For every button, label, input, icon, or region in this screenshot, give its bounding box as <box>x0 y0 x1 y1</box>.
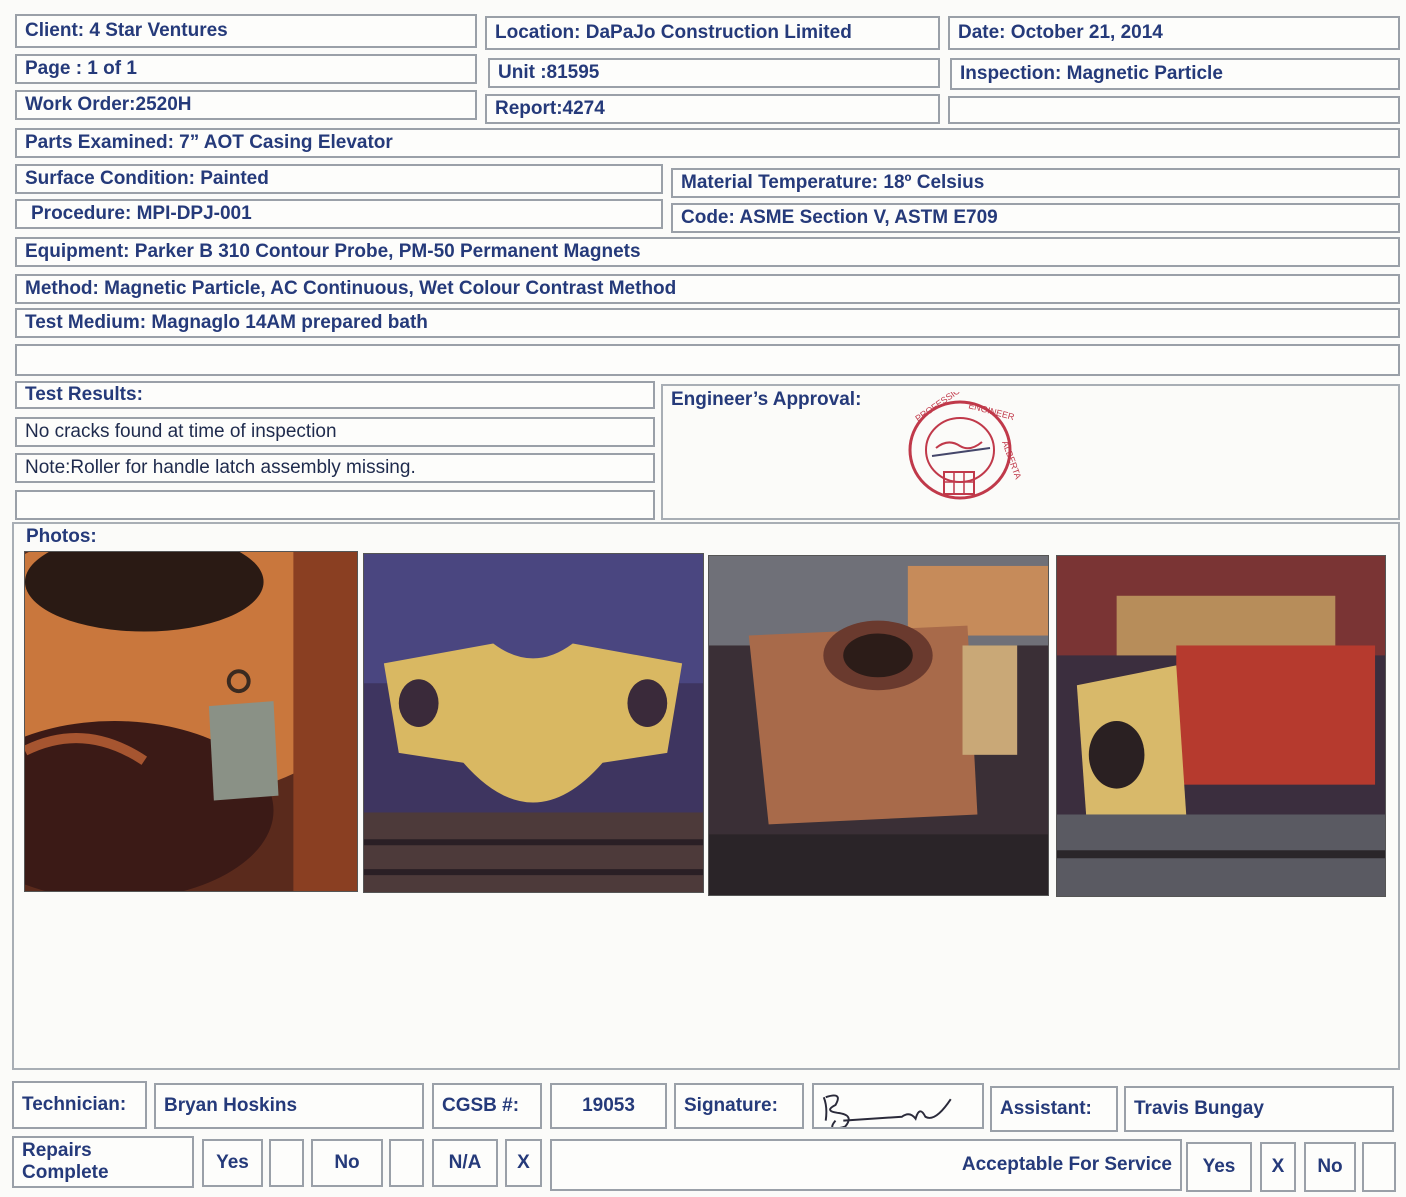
test-result-line-1: No cracks found at time of inspection <box>15 417 655 447</box>
blank-detail-row <box>15 344 1400 376</box>
repairs-complete-label: Repairs Complete <box>12 1136 194 1188</box>
repairs-yes-label: Yes <box>202 1139 263 1187</box>
method-field: Method: Magnetic Particle, AC Continuous… <box>15 274 1400 304</box>
page-field: Page : 1 of 1 <box>15 54 477 84</box>
repairs-na-checkbox[interactable]: X <box>505 1139 542 1187</box>
unit-field: Unit :81595 <box>488 58 940 88</box>
repairs-yes-checkbox[interactable] <box>269 1139 304 1187</box>
signature-box <box>812 1083 984 1129</box>
acceptable-yes-checkbox[interactable]: X <box>1260 1142 1296 1192</box>
svg-text:ENGINEER: ENGINEER <box>967 400 1015 422</box>
client-field: Client: 4 Star Ventures <box>15 14 477 48</box>
repairs-no-label: No <box>311 1139 383 1187</box>
acceptable-yes-label: Yes <box>1186 1142 1252 1192</box>
photo-2 <box>363 553 704 893</box>
code-field: Code: ASME Section V, ASTM E709 <box>671 203 1400 233</box>
test-result-line-2: Note:Roller for handle latch assembly mi… <box>15 453 655 483</box>
assistant-name: Travis Bungay <box>1124 1086 1394 1132</box>
engineer-stamp: PROFESSIONAL ENGINEER ALBERTA <box>898 375 1030 508</box>
test-results-label: Test Results: <box>15 381 655 409</box>
photos-label: Photos: <box>26 526 97 547</box>
material-temperature-field: Material Temperature: 18º Celsius <box>671 168 1400 198</box>
acceptable-no-label: No <box>1304 1142 1356 1192</box>
photo-4 <box>1056 555 1386 897</box>
repairs-label-line-1: Repairs <box>22 1140 92 1161</box>
photo-1 <box>24 551 358 892</box>
technician-label: Technician: <box>12 1081 147 1129</box>
repairs-label-line-2: Complete <box>22 1162 109 1183</box>
surface-condition-field: Surface Condition: Painted <box>15 164 663 194</box>
work-order-field: Work Order:2520H <box>15 90 477 120</box>
procedure-field: Procedure: MPI-DPJ-001 <box>15 199 663 229</box>
signature-scribble <box>822 1094 952 1127</box>
inspection-field: Inspection: Magnetic Particle <box>950 58 1400 90</box>
acceptable-no-checkbox[interactable] <box>1362 1142 1396 1192</box>
location-field: Location: DaPaJo Construction Limited <box>485 16 940 50</box>
repairs-no-checkbox[interactable] <box>389 1139 424 1187</box>
report-field: Report:4274 <box>485 94 940 124</box>
test-result-line-3 <box>15 490 655 520</box>
signature-label: Signature: <box>674 1083 804 1129</box>
photo-3 <box>708 555 1049 896</box>
repairs-na-label: N/A <box>432 1139 498 1187</box>
parts-examined-field: Parts Examined: 7” AOT Casing Elevator <box>15 128 1400 158</box>
assistant-label: Assistant: <box>990 1086 1118 1132</box>
equipment-field: Equipment: Parker B 310 Contour Probe, P… <box>15 237 1400 267</box>
cgsb-label: CGSB #: <box>432 1083 542 1129</box>
date-field: Date: October 21, 2014 <box>948 16 1400 50</box>
acceptable-for-service-label: Acceptable For Service <box>961 1154 1172 1175</box>
test-medium-field: Test Medium: Magnaglo 14AM prepared bath <box>15 308 1400 338</box>
technician-name: Bryan Hoskins <box>154 1083 424 1129</box>
blank-header-field <box>948 96 1400 124</box>
engineer-approval-label: Engineer’s Approval: <box>671 389 862 410</box>
acceptable-for-service-box: Acceptable For Service <box>550 1139 1182 1191</box>
cgsb-number: 19053 <box>550 1083 667 1129</box>
